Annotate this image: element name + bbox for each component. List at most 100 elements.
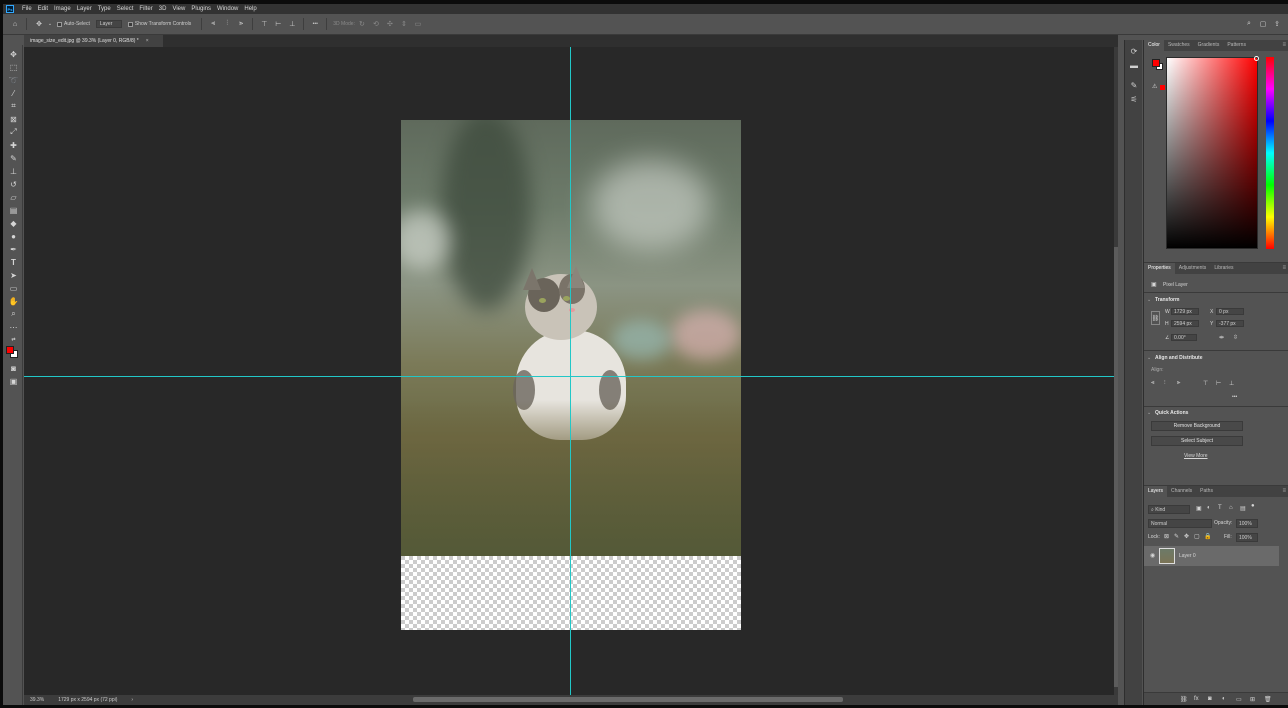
layer-filter-dropdown[interactable]: ⌕ Kind — [1148, 505, 1190, 514]
menu-plugins[interactable]: Plugins — [188, 4, 214, 14]
history-brush-tool-icon[interactable]: ↺ — [8, 179, 19, 189]
healing-brush-tool-icon[interactable]: ✚ — [8, 140, 19, 150]
chevron-down-icon[interactable]: ⌄ — [1147, 410, 1151, 416]
chevron-down-icon[interactable]: ⌄ — [47, 17, 53, 31]
align-top-icon[interactable]: ⊤ — [257, 17, 271, 31]
align-right-icon[interactable]: ⫸ — [234, 17, 248, 31]
remove-background-button[interactable]: Remove Background — [1151, 421, 1243, 431]
show-transform-checkbox[interactable]: Show Transform Controls — [127, 17, 191, 31]
pixel-filter-icon[interactable]: ▣ — [1196, 505, 1202, 512]
hand-tool-icon[interactable]: ✋ — [8, 296, 19, 306]
eyedropper-tool-icon[interactable]: ⤢ — [8, 127, 19, 137]
hue-slider[interactable] — [1266, 57, 1274, 249]
lock-pixels-icon[interactable]: ✎ — [1174, 533, 1179, 540]
tab-adjustments[interactable]: Adjustments — [1175, 263, 1211, 274]
adjustment-filter-icon[interactable]: ◐ — [1207, 505, 1211, 511]
gamut-swatch[interactable] — [1160, 85, 1165, 90]
pen-tool-icon[interactable]: ✒ — [8, 244, 19, 254]
close-icon[interactable]: × — [146, 38, 149, 44]
document-image[interactable] — [401, 120, 741, 630]
new-group-icon[interactable]: ▭ — [1236, 696, 1242, 703]
status-menu-arrow[interactable]: › — [131, 697, 133, 703]
blur-tool-icon[interactable]: ◆ — [8, 218, 19, 228]
photoshop-logo-icon[interactable]: Ps — [6, 5, 14, 13]
align-bottom-edges-icon[interactable]: ⊥ — [1229, 380, 1234, 387]
link-icon[interactable]: ⛓ — [1151, 311, 1160, 325]
menu-edit[interactable]: Edit — [35, 4, 51, 14]
align-left-icon[interactable]: ⫷ — [206, 17, 220, 31]
type-filter-icon[interactable]: T — [1218, 505, 1222, 511]
color-picker-cursor[interactable] — [1254, 56, 1259, 61]
tab-channels[interactable]: Channels — [1167, 486, 1196, 497]
more-tools-icon[interactable]: ⋯ — [8, 322, 19, 332]
quick-mask-icon[interactable]: ◙ — [8, 363, 19, 373]
swap-colors-icon[interactable]: ⇄ — [8, 335, 19, 345]
history-icon[interactable]: ⟳ — [1129, 46, 1139, 56]
menu-type[interactable]: Type — [95, 4, 114, 14]
lock-all-icon[interactable]: 🔒 — [1204, 533, 1211, 540]
lasso-tool-icon[interactable]: ➰ — [8, 75, 19, 85]
layer-dropdown[interactable]: Layer — [95, 20, 122, 28]
gradient-tool-icon[interactable]: ▤ — [8, 205, 19, 215]
adjustment-layer-icon[interactable]: ◐ — [1222, 696, 1226, 702]
fill-field[interactable]: 100% — [1236, 533, 1258, 542]
canvas-area[interactable] — [24, 47, 1114, 695]
tab-color[interactable]: Color — [1144, 40, 1164, 51]
smart-object-filter-icon[interactable]: ▤ — [1240, 505, 1246, 512]
rectangle-tool-icon[interactable]: ▭ — [8, 283, 19, 293]
roll-icon[interactable]: ⟲ — [369, 17, 383, 31]
lock-transparent-icon[interactable]: ⊠ — [1164, 533, 1169, 540]
layer-mask-icon[interactable]: ◙ — [1208, 696, 1212, 702]
align-distribute-heading[interactable]: Align and Distribute — [1155, 355, 1203, 361]
align-top-edges-icon[interactable]: ⊤ — [1203, 380, 1208, 387]
chevron-down-icon[interactable]: ⌄ — [1147, 355, 1151, 361]
share-icon[interactable]: ⇪ — [1270, 17, 1284, 31]
lock-artboard-icon[interactable]: ▢ — [1194, 533, 1200, 540]
blend-mode-dropdown[interactable]: Normal — [1148, 519, 1212, 528]
menu-layer[interactable]: Layer — [74, 4, 95, 14]
link-layers-icon[interactable]: ⛓ — [1180, 696, 1188, 703]
y-field[interactable]: -377 px — [1216, 320, 1244, 327]
horizontal-scroll-thumb[interactable] — [413, 697, 843, 702]
align-middle-icon[interactable]: ⊢ — [271, 17, 285, 31]
tab-gradients[interactable]: Gradients — [1194, 40, 1224, 51]
foreground-color-swatch[interactable] — [6, 346, 14, 354]
tab-swatches[interactable]: Swatches — [1164, 40, 1194, 51]
shape-filter-icon[interactable]: ⌂ — [1229, 505, 1233, 511]
quick-actions-heading[interactable]: Quick Actions — [1155, 410, 1188, 416]
brush-tool-icon[interactable]: ✎ — [8, 153, 19, 163]
adjustments-icon[interactable]: ⚟ — [1129, 94, 1139, 104]
menu-file[interactable]: File — [19, 4, 35, 14]
menu-image[interactable]: Image — [51, 4, 74, 14]
vertical-scroll-thumb[interactable] — [1114, 247, 1118, 687]
type-tool-icon[interactable]: T — [8, 257, 19, 267]
menu-window[interactable]: Window — [214, 4, 241, 14]
magic-wand-tool-icon[interactable]: ⁄ — [8, 88, 19, 98]
new-layer-icon[interactable]: ⊞ — [1250, 696, 1255, 703]
move-tool-icon[interactable]: ✥ — [31, 17, 47, 31]
delete-layer-icon[interactable]: 🗑 — [1264, 696, 1272, 703]
vertical-guide[interactable] — [570, 47, 571, 695]
search-icon[interactable]: ⌕ — [1242, 17, 1256, 31]
x-field[interactable]: 0 px — [1216, 308, 1244, 315]
comments-icon[interactable]: ▬ — [1129, 60, 1139, 70]
marquee-tool-icon[interactable]: ⬚ — [8, 62, 19, 72]
align-right-edges-icon[interactable]: ⫸ — [1177, 380, 1180, 387]
align-left-edges-icon[interactable]: ⫷ — [1151, 380, 1154, 387]
menu-3d[interactable]: 3D — [156, 4, 170, 14]
document-tab[interactable]: image_size_edit.jpg @ 39.3% (Layer 0, RG… — [24, 35, 163, 47]
pan-icon[interactable]: ✣ — [383, 17, 397, 31]
checkbox-icon[interactable] — [57, 21, 62, 27]
lock-position-icon[interactable]: ✥ — [1184, 533, 1189, 540]
zoom-tool-icon[interactable]: ⌕ — [8, 309, 19, 319]
menu-help[interactable]: Help — [241, 4, 259, 14]
align-vertical-centers-icon[interactable]: ⊢ — [1216, 380, 1221, 387]
eye-icon[interactable]: ◉ — [1150, 552, 1155, 559]
crop-tool-icon[interactable]: ⌗ — [8, 101, 19, 111]
tab-paths[interactable]: Paths — [1196, 486, 1217, 497]
view-more-link[interactable]: View More — [1184, 453, 1208, 459]
color-field[interactable] — [1166, 56, 1259, 249]
brush-settings-icon[interactable]: ✎ — [1129, 80, 1139, 90]
zoom-level[interactable]: 39.3% — [30, 697, 44, 703]
color-foreground-swatch[interactable] — [1152, 59, 1160, 67]
